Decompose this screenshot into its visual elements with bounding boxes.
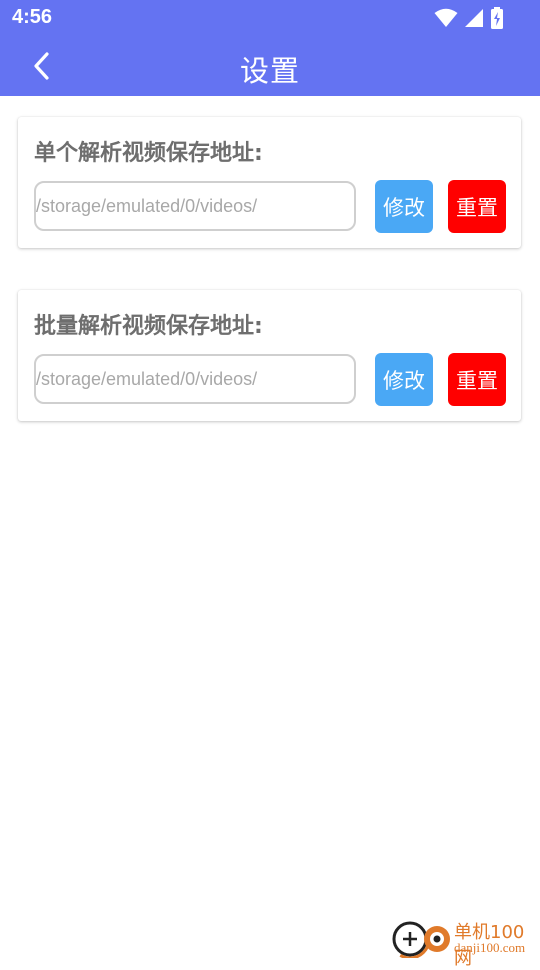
batch-save-path-title: 批量解析视频保存地址: (34, 314, 263, 339)
watermark-url: danji100.com (454, 940, 526, 955)
single-save-path-title: 单个解析视频保存地址: (34, 141, 263, 166)
status-icons (434, 7, 504, 29)
single-edit-button[interactable]: 修改 (375, 180, 433, 233)
single-save-path-card: 单个解析视频保存地址: 修改 重置 (18, 117, 521, 248)
battery-charging-icon (491, 7, 503, 29)
status-bar: 4:56 (0, 0, 540, 36)
single-save-path-input[interactable] (34, 181, 356, 231)
batch-save-path-input[interactable] (34, 354, 356, 404)
signal-icon (465, 9, 483, 27)
status-time: 4:56 (12, 6, 53, 28)
batch-reset-button[interactable]: 重置 (448, 353, 506, 406)
page-title: 设置 (239, 54, 300, 88)
batch-edit-button[interactable]: 修改 (375, 353, 433, 406)
single-reset-button[interactable]: 重置 (448, 180, 506, 233)
batch-save-path-card: 批量解析视频保存地址: 修改 重置 (18, 290, 521, 421)
watermark: 单机100网 danji100.com (388, 914, 538, 969)
wifi-icon (434, 8, 458, 27)
app-bar: 设置 (0, 36, 540, 96)
watermark-logo-icon (389, 918, 450, 958)
